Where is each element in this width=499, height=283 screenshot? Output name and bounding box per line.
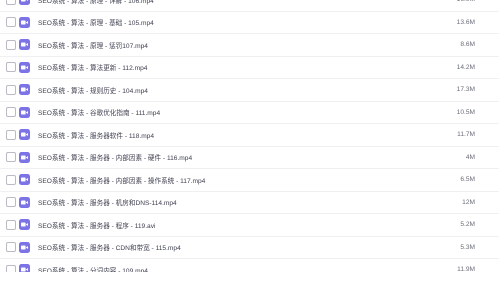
file-name[interactable]: SEO系统 - 算法 - 服务器 - 机房和DNS-114.mp4: [38, 197, 177, 207]
file-size: 16.9M: [457, 0, 475, 3]
file-size: 13.6M: [456, 18, 475, 26]
video-file-icon: [19, 84, 30, 96]
video-file-icon: [19, 264, 30, 272]
file-row[interactable]: SEO系统 - 算法 - 分词内容 - 109.mp4 11.9M: [0, 259, 499, 272]
video-file-icon: [19, 106, 30, 118]
file-size: 4M: [465, 153, 475, 161]
file-list: SEO系统 - 算法 - 原理 - 详解 - 106.mp416.9MSEO系统…: [0, 0, 499, 272]
file-row[interactable]: SEO系统 - 算法 - 服务器 - 内部因素 - 硬件 - 116.mp4 4M: [0, 147, 499, 169]
file-size: 17.3M: [456, 86, 475, 94]
checkbox-icon[interactable]: [6, 197, 16, 208]
checkbox-icon[interactable]: [6, 107, 16, 118]
file-size: 11.7M: [457, 131, 475, 139]
file-name[interactable]: SEO系统 - 算法 - 服务器 - 程序 - 119.avi: [38, 220, 155, 230]
file-row[interactable]: SEO系统 - 算法 - 规则历史 - 104.mp4 17.3M: [0, 79, 499, 102]
checkbox-icon[interactable]: [6, 39, 16, 50]
video-file-icon: [19, 241, 30, 253]
checkbox-icon[interactable]: [6, 219, 16, 230]
video-file-icon: [19, 219, 30, 231]
video-file-icon: [19, 39, 30, 51]
file-row[interactable]: SEO系统 - 算法 - 原理 - 惩罚107.mp4 8.6M: [0, 34, 499, 57]
file-name[interactable]: SEO系统 - 算法 - 服务器软件 - 118.mp4: [38, 130, 154, 140]
file-name[interactable]: SEO系统 - 算法 - 服务器 - 内部因素 - 硬件 - 116.mp4: [38, 152, 192, 162]
file-row[interactable]: SEO系统 - 算法 - 服务器 - 内部因素 - 操作系统 - 117.mp4…: [0, 169, 499, 192]
checkbox-icon[interactable]: [6, 0, 16, 5]
video-file-icon: [19, 174, 30, 186]
checkbox-icon[interactable]: [6, 17, 16, 28]
checkbox-icon[interactable]: [6, 242, 16, 253]
file-size: 14.2M: [456, 63, 475, 71]
file-size: 12M: [462, 198, 475, 206]
file-size: 8.6M: [460, 41, 475, 49]
file-size: 5.2M: [460, 221, 475, 229]
file-name[interactable]: SEO系统 - 算法 - 原理 - 惩罚107.mp4: [38, 40, 148, 50]
file-row[interactable]: SEO系统 - 算法 - 原理 - 基础 - 105.mp4 13.6M: [0, 12, 499, 34]
file-name[interactable]: SEO系统 - 算法 - 服务器 - CDN和带宽 - 115.mp4: [38, 242, 181, 252]
file-row[interactable]: SEO系统 - 算法 - 服务器软件 - 118.mp4 11.7M: [0, 124, 499, 147]
file-name[interactable]: SEO系统 - 算法 - 服务器 - 内部因素 - 操作系统 - 117.mp4: [38, 175, 205, 185]
checkbox-icon[interactable]: [6, 84, 16, 95]
file-name[interactable]: SEO系统 - 算法 - 规则历史 - 104.mp4: [38, 85, 148, 95]
file-row[interactable]: SEO系统 - 算法 - 原理 - 详解 - 106.mp4 16.9M: [0, 0, 499, 12]
file-row[interactable]: SEO系统 - 算法 - 谷歌优化指南 - 111.mp4 10.5M: [0, 102, 499, 124]
file-name[interactable]: SEO系统 - 算法 - 原理 - 详解 - 106.mp4: [38, 0, 154, 5]
file-name[interactable]: SEO系统 - 算法 - 谷歌优化指南 - 111.mp4: [38, 107, 160, 117]
file-row[interactable]: SEO系统 - 算法 - 服务器 - 机房和DNS-114.mp4 12M: [0, 192, 499, 214]
checkbox-icon[interactable]: [6, 264, 16, 272]
video-file-icon: [19, 129, 30, 141]
checkbox-icon[interactable]: [6, 152, 16, 163]
video-file-icon: [19, 16, 30, 28]
file-size: 10.5M: [456, 108, 475, 116]
file-row[interactable]: SEO系统 - 算法 - 算法更新 - 112.mp4 14.2M: [0, 57, 499, 79]
file-size: 6.5M: [460, 176, 475, 184]
file-row[interactable]: SEO系统 - 算法 - 服务器 - CDN和带宽 - 115.mp4 5.3M: [0, 237, 499, 259]
checkbox-icon[interactable]: [6, 129, 16, 140]
checkbox-icon[interactable]: [6, 62, 16, 73]
file-name[interactable]: SEO系统 - 算法 - 算法更新 - 112.mp4: [38, 62, 147, 72]
file-size: 11.9M: [457, 266, 475, 272]
video-file-icon: [19, 61, 30, 73]
video-file-icon: [19, 196, 30, 208]
file-row[interactable]: SEO系统 - 算法 - 服务器 - 程序 - 119.avi 5.2M: [0, 214, 499, 237]
video-file-icon: [19, 0, 30, 6]
video-file-icon: [19, 151, 30, 163]
checkbox-icon[interactable]: [6, 174, 16, 185]
file-size: 5.3M: [460, 243, 475, 251]
file-name[interactable]: SEO系统 - 算法 - 原理 - 基础 - 105.mp4: [38, 17, 154, 27]
file-name[interactable]: SEO系统 - 算法 - 分词内容 - 109.mp4: [38, 265, 148, 272]
